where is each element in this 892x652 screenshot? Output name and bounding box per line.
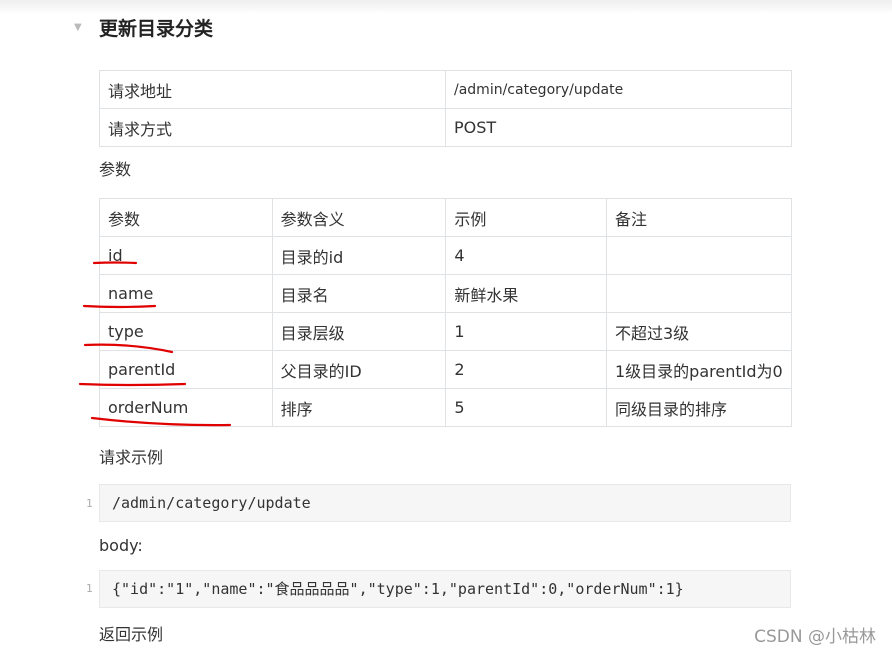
params-label: 参数 — [99, 160, 132, 179]
param-note-cell: 同级目录的排序 — [605, 388, 793, 427]
line-number: 1 — [86, 497, 93, 510]
param-example-cell: 2 — [445, 350, 607, 389]
param-example-cell: 4 — [445, 236, 607, 275]
params-table: 参数 参数含义 示例 备注 id 目录的id 4 name 目录名 新鲜水果 t… — [99, 198, 793, 427]
param-name-cell: orderNum — [99, 388, 273, 427]
collapse-triangle-icon[interactable]: ▼ — [74, 22, 82, 33]
request-url-label: 请求地址 — [99, 70, 446, 109]
response-example-label: 返回示例 — [99, 625, 164, 644]
table-row: 请求方式 POST — [99, 108, 792, 147]
body-label: body: — [99, 536, 143, 555]
table-header-row: 参数 参数含义 示例 备注 — [99, 198, 793, 237]
request-info-table: 请求地址 /admin/category/update 请求方式 POST — [99, 70, 792, 147]
table-row: parentId 父目录的ID 2 1级目录的parentId为0 — [99, 350, 793, 389]
param-note-cell: 不超过3级 — [605, 312, 793, 351]
table-row: orderNum 排序 5 同级目录的排序 — [99, 388, 793, 427]
header-cell: 参数含义 — [271, 198, 447, 237]
param-example-cell: 新鲜水果 — [445, 274, 607, 313]
top-shadow — [0, 0, 892, 14]
param-name-cell: type — [99, 312, 273, 351]
request-example-label: 请求示例 — [99, 448, 164, 467]
param-meaning-cell: 目录层级 — [271, 312, 447, 351]
section-heading: 更新目录分类 — [99, 18, 214, 40]
param-meaning-cell: 排序 — [271, 388, 447, 427]
param-note-cell: 1级目录的parentId为0 — [605, 350, 793, 389]
header-cell: 参数 — [99, 198, 273, 237]
table-row: 请求地址 /admin/category/update — [99, 70, 792, 109]
request-method-label: 请求方式 — [99, 108, 446, 147]
csdn-watermark: CSDN @小枯林 — [754, 627, 876, 647]
param-meaning-cell: 目录名 — [271, 274, 447, 313]
header-cell: 备注 — [605, 198, 793, 237]
table-row: type 目录层级 1 不超过3级 — [99, 312, 793, 351]
param-example-cell: 5 — [445, 388, 607, 427]
param-name-cell: id — [99, 236, 273, 275]
line-number: 1 — [86, 582, 93, 595]
body-code-block[interactable]: {"id":"1","name":"食品品品品","type":1,"paren… — [99, 570, 791, 608]
table-row: name 目录名 新鲜水果 — [99, 274, 793, 313]
param-name-cell: name — [99, 274, 273, 313]
param-note-cell — [605, 274, 793, 313]
param-meaning-cell: 父目录的ID — [271, 350, 447, 389]
request-url-value: /admin/category/update — [445, 70, 792, 109]
param-note-cell — [605, 236, 793, 275]
param-name-cell: parentId — [99, 350, 273, 389]
request-method-value: POST — [445, 108, 792, 147]
table-row: id 目录的id 4 — [99, 236, 793, 275]
param-meaning-cell: 目录的id — [271, 236, 447, 275]
param-example-cell: 1 — [445, 312, 607, 351]
header-cell: 示例 — [445, 198, 607, 237]
request-example-code-block[interactable]: /admin/category/update — [99, 484, 791, 522]
